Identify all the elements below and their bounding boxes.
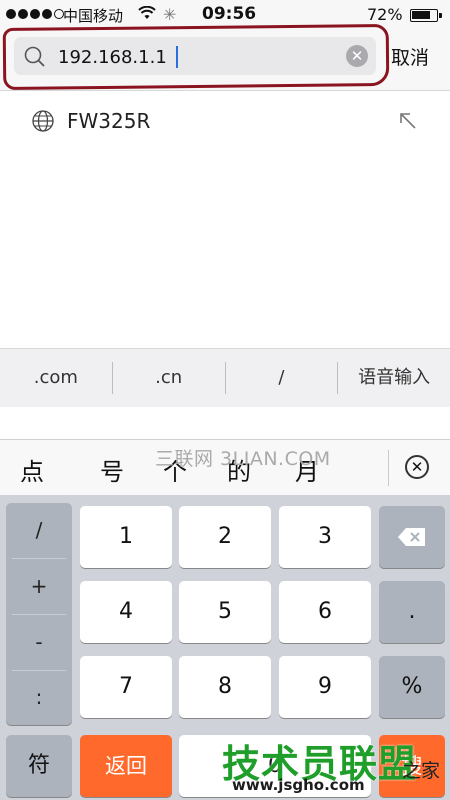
back-key[interactable]: 返回 (80, 735, 172, 797)
brand-url: www.jsgho.com (232, 776, 365, 794)
divider (388, 450, 389, 486)
key-colon[interactable]: : (6, 670, 72, 725)
empty-results-area (0, 152, 450, 348)
key-6[interactable]: 6 (279, 581, 371, 643)
quick-key-slash[interactable]: / (226, 362, 339, 394)
clock-time: 09:56 (202, 4, 257, 24)
cancel-button[interactable]: 取消 (391, 43, 429, 70)
battery-icon (410, 9, 442, 22)
clear-text-icon[interactable]: ✕ (346, 45, 368, 67)
battery-percentage: 72% (367, 5, 403, 24)
symbol-column: / + - : (6, 503, 72, 725)
search-icon (24, 46, 46, 72)
carrier-name: 中国移动 (63, 7, 124, 25)
symbols-key[interactable]: 符 (6, 735, 72, 797)
close-candidates-icon[interactable]: ✕ (405, 455, 429, 479)
quick-input-bar: .com .cn / 语音输入 (0, 348, 450, 408)
signal-strength-icon (6, 9, 64, 19)
voice-input-button[interactable]: 语音输入 (338, 362, 450, 394)
loading-spinner-icon: ✳ (163, 5, 177, 24)
suggestion-label: FW325R (67, 109, 151, 133)
url-search-input[interactable] (56, 43, 340, 71)
key-3[interactable]: 3 (279, 506, 371, 568)
key-2[interactable]: 2 (179, 506, 271, 568)
watermark-text: 三联网 3LIAN.COM (155, 448, 331, 470)
status-bar: 中国移动 ✳ 09:56 72% (0, 0, 450, 30)
key-8[interactable]: 8 (179, 656, 271, 718)
key-dot[interactable]: . (379, 581, 445, 643)
key-1[interactable]: 1 (80, 506, 172, 568)
key-5[interactable]: 5 (179, 581, 271, 643)
key-7[interactable]: 7 (80, 656, 172, 718)
key-slash[interactable]: / (6, 503, 72, 558)
candidate-word[interactable]: 点 (20, 452, 44, 487)
backspace-key[interactable] (379, 506, 445, 568)
backspace-icon (397, 524, 427, 549)
text-caret (176, 46, 178, 68)
suggestion-row[interactable]: FW325R (0, 91, 450, 153)
brand-watermark-overlay: 技术员联盟 www.jsgho.com 之家 (222, 738, 450, 800)
ime-candidate-bar: 点 号 个 的 月 三联网 3LIAN.COM ✕ (0, 439, 450, 496)
key-9[interactable]: 9 (279, 656, 371, 718)
key-4[interactable]: 4 (80, 581, 172, 643)
quick-key-com[interactable]: .com (0, 362, 113, 394)
fill-arrow-icon[interactable] (398, 111, 418, 136)
spacer (0, 407, 450, 439)
globe-icon (32, 110, 54, 136)
key-minus[interactable]: - (6, 615, 72, 670)
brand-corner-text: 之家 (402, 760, 441, 782)
search-box[interactable]: ✕ (14, 37, 376, 75)
key-percent[interactable]: % (379, 656, 445, 718)
candidate-word[interactable]: 号 (100, 452, 124, 487)
search-header: ✕ 取消 (0, 23, 450, 91)
wifi-icon (138, 5, 156, 24)
key-plus[interactable]: + (6, 559, 72, 614)
quick-key-cn[interactable]: .cn (113, 362, 226, 394)
